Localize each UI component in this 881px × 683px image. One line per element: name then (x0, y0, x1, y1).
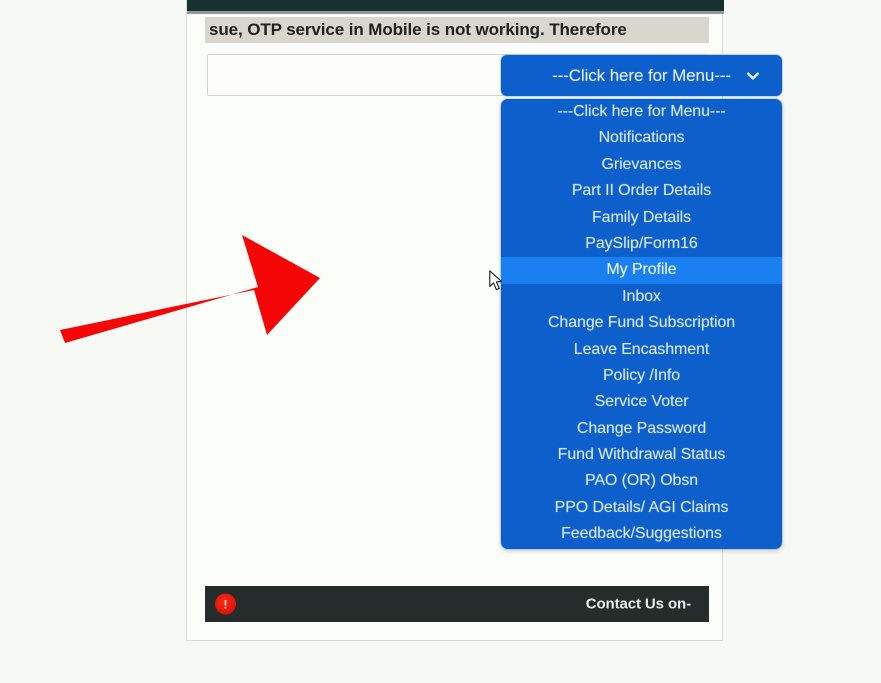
menu-dropdown-list[interactable]: ---Click here for Menu--- Notifications Gr… (501, 99, 782, 549)
menu-option[interactable]: Fund Withdrawal Status (501, 442, 782, 468)
menu-option[interactable]: Inbox (501, 284, 782, 310)
menu-option[interactable]: Feedback/Suggestions (501, 521, 782, 547)
top-header-strip (187, 0, 724, 14)
menu-option[interactable]: PPO Details/ AGI Claims (501, 495, 782, 521)
red-circle-alert-icon[interactable]: ! (215, 593, 236, 615)
marquee-notice-band: sue, OTP service in Mobile is not workin… (205, 17, 709, 43)
menu-option[interactable]: Change Fund Subscription (501, 310, 782, 336)
menu-option[interactable]: Leave Encashment (501, 337, 782, 363)
red-circle-alert-icon-glyph: ! (223, 597, 228, 611)
menu-option[interactable]: Part II Order Details (501, 178, 782, 204)
menu-option[interactable]: Policy /Info (501, 363, 782, 389)
menu-option[interactable]: Family Details (501, 205, 782, 231)
menu-option[interactable]: PAO (OR) Obsn (501, 468, 782, 494)
menu-select-label: ---Click here for Menu--- (552, 65, 731, 85)
marquee-notice-text: sue, OTP service in Mobile is not workin… (209, 20, 627, 39)
menu-option[interactable]: ---Click here for Menu--- (501, 99, 782, 125)
footer-bar: ! Contact Us on- (205, 586, 709, 622)
menu-option[interactable]: PaySlip/Form16 (501, 231, 782, 257)
top-header-underline (187, 11, 724, 14)
footer-contact-label: Contact Us on- (585, 595, 691, 613)
menu-option[interactable]: My Profile (501, 257, 782, 284)
menu-option[interactable]: Change Password (501, 416, 782, 442)
chevron-down-icon (746, 69, 760, 83)
menu-option[interactable]: Service Voter (501, 389, 782, 415)
menu-option[interactable]: Grievances (501, 152, 782, 178)
menu-select-button[interactable]: ---Click here for Menu--- (501, 55, 782, 96)
menu-option[interactable]: Notifications (501, 125, 782, 151)
page-frame: sue, OTP service in Mobile is not workin… (186, 0, 782, 641)
